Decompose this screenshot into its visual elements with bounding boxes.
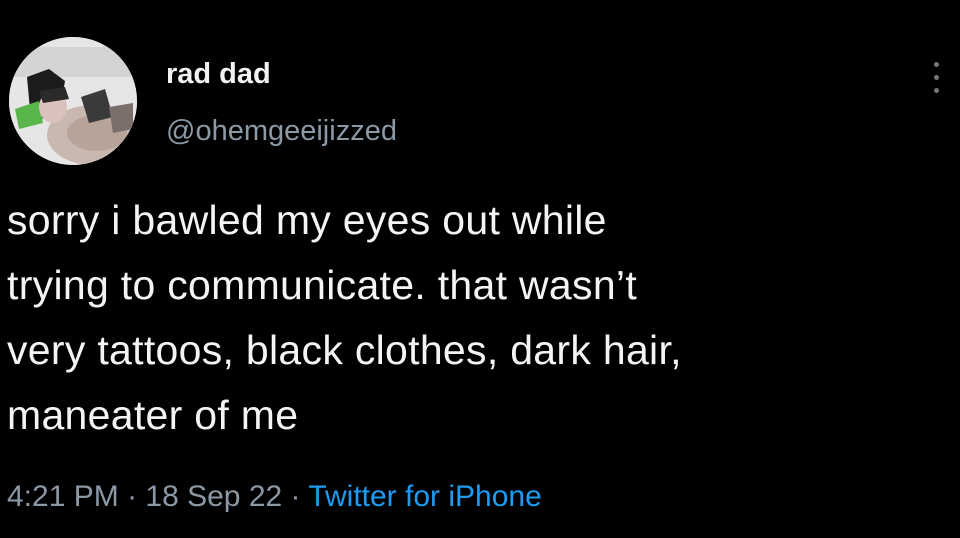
display-name[interactable]: rad dad	[166, 58, 271, 91]
more-dot	[934, 62, 939, 67]
tweet-meta: 4:21 PM · 18 Sep 22 · Twitter for iPhone	[7, 480, 542, 514]
user-handle[interactable]: @ohemgeeijizzed	[166, 115, 397, 148]
more-dot	[934, 75, 939, 80]
tweet-text-line: very tattoos, black clothes, dark hair,	[7, 327, 682, 373]
separator: ·	[118, 480, 146, 513]
tweet-text-line: sorry i bawled my eyes out while	[7, 197, 607, 243]
tweet-source-link[interactable]: Twitter for iPhone	[308, 480, 541, 513]
tweet-text-line: maneater of me	[7, 392, 299, 438]
tweet-card: rad dad @ohemgeeijizzed sorry i bawled m…	[0, 0, 960, 538]
tweet-time[interactable]: 4:21 PM	[7, 480, 119, 513]
avatar-image	[9, 37, 137, 165]
avatar[interactable]	[9, 37, 137, 165]
tweet-date[interactable]: 18 Sep 22	[145, 480, 282, 513]
more-vertical-icon[interactable]	[924, 58, 948, 98]
more-dot	[934, 88, 939, 93]
tweet-text-line: trying to communicate. that wasn’t	[7, 262, 638, 308]
tweet-text: sorry i bawled my eyes out while trying …	[7, 188, 952, 448]
separator: ·	[282, 480, 309, 513]
